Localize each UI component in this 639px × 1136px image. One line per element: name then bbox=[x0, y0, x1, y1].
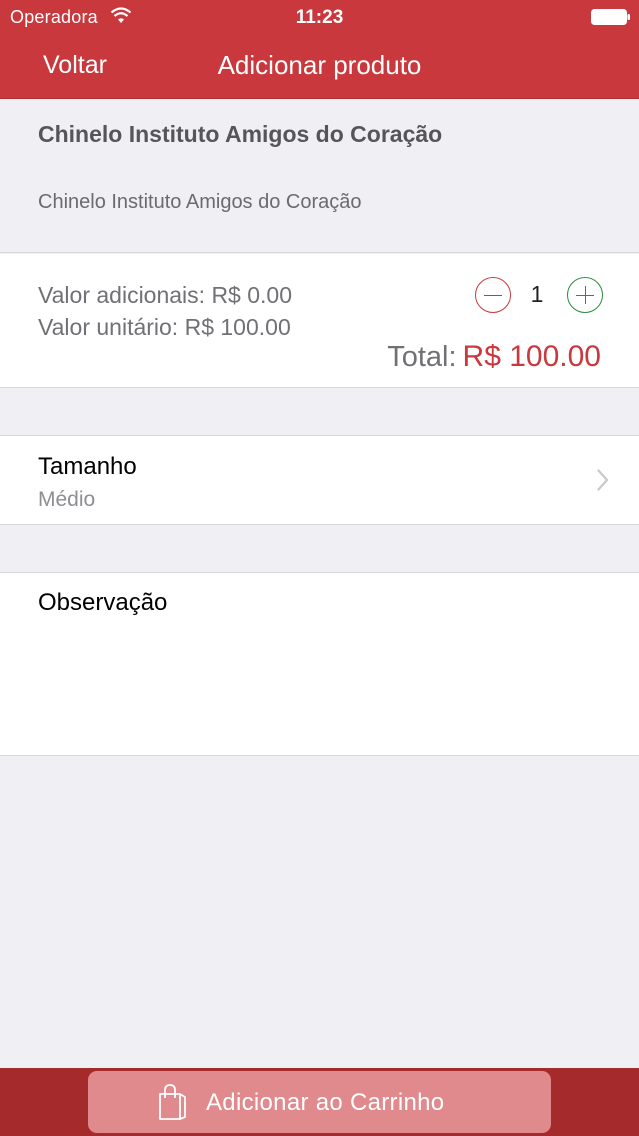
additional-value: Valor adicionais: R$ 0.00 bbox=[38, 282, 292, 308]
size-value: Médio bbox=[38, 488, 96, 511]
add-to-cart-label: Adicionar ao Carrinho bbox=[206, 1089, 445, 1116]
unit-value: Valor unitário: R$ 100.00 bbox=[38, 314, 291, 340]
add-to-cart-button[interactable]: Adicionar ao Carrinho bbox=[88, 1071, 551, 1133]
size-selector[interactable]: Tamanho Médio bbox=[0, 435, 639, 525]
product-info: Chinelo Instituto Amigos do Coração Chin… bbox=[0, 99, 639, 253]
pricing-section: Valor adicionais: R$ 0.00 Valor unitário… bbox=[0, 254, 639, 388]
quantity-value: 1 bbox=[530, 281, 544, 307]
battery-icon bbox=[591, 9, 630, 25]
observation-label: Observação bbox=[38, 589, 168, 616]
decrease-quantity-button[interactable] bbox=[475, 277, 511, 313]
page-title: Adicionar produto bbox=[217, 50, 422, 80]
observation-section: Observação bbox=[0, 572, 639, 756]
observation-input[interactable] bbox=[38, 625, 608, 745]
total-amount: R$ 100.00 bbox=[462, 340, 601, 373]
increase-quantity-button[interactable] bbox=[567, 277, 603, 313]
app-header: Operadora 11:23 Voltar Adicionar produto bbox=[0, 0, 639, 99]
chevron-right-icon bbox=[597, 469, 609, 491]
bottom-bar: Adicionar ao Carrinho bbox=[0, 1068, 639, 1136]
status-bar: Operadora 11:23 bbox=[0, 0, 639, 34]
nav-bar: Voltar Adicionar produto bbox=[0, 34, 639, 98]
status-time: 11:23 bbox=[295, 7, 344, 28]
quantity-stepper: 1 bbox=[475, 277, 605, 313]
product-name: Chinelo Instituto Amigos do Coração bbox=[38, 121, 443, 147]
total-row: Total: R$ 100.00 bbox=[387, 340, 601, 374]
shopping-bag-icon bbox=[159, 1084, 186, 1120]
total-label: Total: bbox=[387, 341, 457, 373]
size-label: Tamanho bbox=[38, 453, 137, 480]
product-description: Chinelo Instituto Amigos do Coração bbox=[38, 191, 362, 213]
